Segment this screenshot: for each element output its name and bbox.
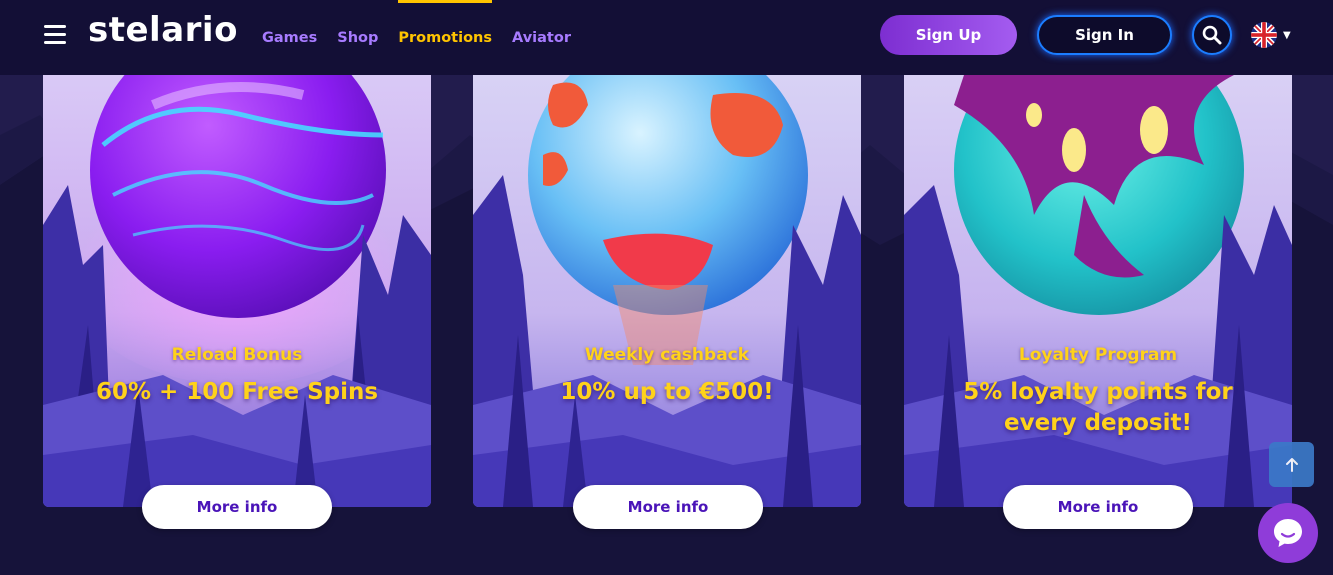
promo-headline: 5% loyalty points for every deposit!	[963, 379, 1233, 436]
promo-art-teal-planet	[904, 75, 1292, 507]
sign-in-button[interactable]: Sign In	[1037, 15, 1172, 55]
promo-headline: 60% + 100 Free Spins	[95, 379, 379, 405]
more-info-button[interactable]: More info	[142, 485, 332, 529]
promo-card-loyalty[interactable]: Loyalty Program 5% loyalty points for ev…	[904, 75, 1292, 507]
site-header: stelario Games Shop Promotions Aviator S…	[0, 0, 1333, 75]
promo-subtitle: Weekly cashback	[584, 345, 750, 365]
arrow-up-icon	[1285, 457, 1298, 472]
scroll-to-top-button[interactable]	[1269, 442, 1314, 487]
more-info-button[interactable]: More info	[1003, 485, 1193, 529]
chat-icon	[1274, 519, 1302, 547]
promo-art-purple-planet	[43, 75, 431, 507]
chat-button[interactable]	[1258, 503, 1318, 563]
main-nav: Games Shop Promotions Aviator	[262, 0, 571, 75]
logo[interactable]: stelario	[88, 10, 238, 50]
language-selector[interactable]: ▼	[1251, 22, 1291, 48]
uk-flag-icon	[1251, 22, 1277, 48]
nav-aviator[interactable]: Aviator	[512, 0, 571, 75]
promo-card-reload[interactable]: Reload Bonus 60% + 100 Free Spins	[43, 75, 431, 507]
more-info-button[interactable]: More info	[573, 485, 763, 529]
search-icon	[1202, 25, 1222, 45]
logo-text: stelario	[88, 10, 238, 50]
sign-up-button[interactable]: Sign Up	[880, 15, 1017, 55]
caret-down-icon: ▼	[1283, 29, 1291, 41]
nav-shop[interactable]: Shop	[337, 0, 378, 75]
nav-promotions[interactable]: Promotions	[398, 0, 492, 75]
promo-headline: 10% up to €500!	[560, 379, 774, 405]
promo-card-cashback[interactable]: Weekly cashback 10% up to €500!	[473, 75, 861, 507]
promo-subtitle: Reload Bonus	[171, 345, 303, 365]
menu-icon[interactable]	[44, 25, 66, 45]
promo-art-blue-planet	[473, 75, 861, 507]
nav-games[interactable]: Games	[262, 0, 317, 75]
promo-subtitle: Loyalty Program	[1018, 345, 1178, 365]
search-button[interactable]	[1192, 15, 1232, 55]
